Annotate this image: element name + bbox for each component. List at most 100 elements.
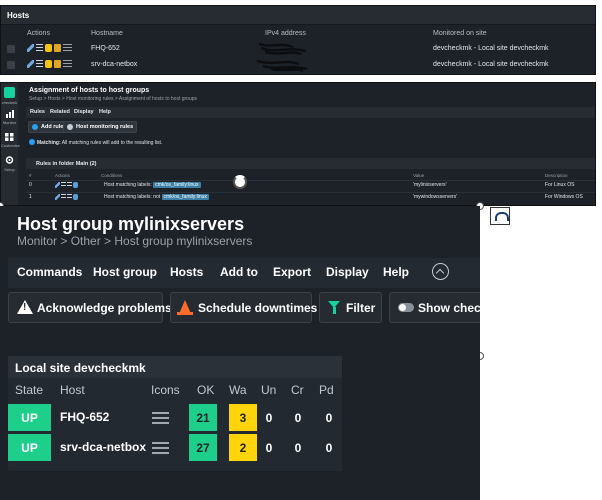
hostname[interactable]: FHQ-652 [91, 45, 120, 52]
rule-condition: Host matching labels: not cmk/os_family:… [104, 194, 209, 200]
matching-info: Matching: All matching rules will add to… [29, 139, 162, 146]
table-row[interactable]: UP srv-dca-netbox 27 2 0 0 0 [8, 432, 342, 461]
crit-count[interactable]: 0 [284, 434, 312, 461]
clone-icon[interactable] [61, 182, 66, 188]
delete-icon[interactable] [73, 194, 78, 200]
ok-count[interactable]: 27 [189, 434, 217, 461]
menu-export[interactable]: Export [273, 265, 311, 279]
edit-icon[interactable] [55, 194, 60, 200]
services-icon[interactable] [36, 44, 43, 52]
schedule-downtimes-button[interactable]: Schedule downtimes [170, 292, 317, 323]
menu-display[interactable]: Display [326, 265, 369, 279]
host-link[interactable]: FHQ-652 [60, 410, 109, 424]
site: devcheckmk - Local site devcheckmk [433, 45, 549, 52]
menu-icon[interactable] [63, 44, 72, 52]
menu-help[interactable]: Help [99, 109, 111, 115]
page-title: Host group mylinixservers [17, 214, 245, 234]
ok-count[interactable]: 21 [189, 404, 217, 431]
rotate-handle-icon[interactable] [233, 175, 247, 189]
col-host[interactable]: Host [60, 383, 85, 397]
col-wa[interactable]: Wa [229, 383, 247, 397]
unknown-count[interactable]: 0 [255, 434, 283, 461]
table-row[interactable]: srv-dca-netbox devcheckmk - Local site d… [1, 58, 595, 72]
col-pd[interactable]: Pd [319, 383, 334, 397]
col-state[interactable]: State [15, 383, 43, 397]
menu-help[interactable]: Help [383, 265, 409, 279]
menu-related[interactable]: Related [50, 109, 70, 115]
add-rule-button[interactable]: Add rule [28, 121, 68, 133]
row-checkbox[interactable] [7, 61, 15, 69]
sidebar-item-customize[interactable]: Customize [1, 143, 20, 148]
pending-count[interactable]: 0 [315, 404, 343, 431]
sidebar-item-monitor[interactable]: Monitor [1, 120, 18, 125]
rule-actions [55, 182, 78, 188]
menu-display[interactable]: Display [74, 109, 94, 115]
rulesets-icon[interactable] [45, 60, 52, 68]
customize-icon[interactable] [5, 133, 14, 141]
breadcrumb[interactable]: Setup > Hosts > Host monitoring rules > … [29, 96, 197, 102]
export-icon[interactable] [67, 194, 72, 200]
edit-icon[interactable] [27, 44, 34, 52]
page-title: Assignment of hosts to host groups [29, 87, 150, 94]
folder-icon[interactable] [54, 44, 61, 52]
host-link[interactable]: srv-dca-netbox [60, 440, 146, 454]
col-cr[interactable]: Cr [291, 383, 304, 397]
col-un[interactable]: Un [261, 383, 276, 397]
rule-row[interactable]: 0 Host matching labels: cmk/os_family:li… [26, 180, 595, 191]
crop-tool-icon[interactable] [490, 207, 510, 225]
label-tag: cmk/os_family:linux [153, 182, 201, 188]
pending-count[interactable]: 0 [315, 434, 343, 461]
cone-icon [177, 300, 193, 315]
menu-hosts[interactable]: Hosts [170, 265, 203, 279]
col-num: # [29, 173, 32, 178]
menu-host-group[interactable]: Host group [93, 265, 157, 279]
host-monitoring-rules-button[interactable]: Host monitoring rules [63, 121, 138, 133]
monitor-icon[interactable] [5, 110, 14, 118]
col-ok[interactable]: OK [197, 383, 214, 397]
unknown-count[interactable]: 0 [255, 404, 283, 431]
rule-num: 1 [29, 194, 32, 200]
warn-count[interactable]: 3 [229, 404, 257, 431]
table-row[interactable]: UP FHQ-652 21 3 0 0 0 [8, 402, 342, 431]
condition-label: Host matching labels: [104, 194, 152, 200]
redacted-ip-scribble [256, 59, 308, 72]
menu-add-to[interactable]: Add to [220, 265, 258, 279]
filter-button[interactable]: Filter [319, 292, 382, 323]
label-tag: cmk/os_family:linux [161, 194, 209, 200]
edit-icon[interactable] [27, 60, 34, 68]
rules-folder-header[interactable]: Rules in folder Main (2) [26, 158, 595, 169]
delete-icon[interactable] [73, 182, 78, 188]
services-icon[interactable] [36, 60, 43, 68]
clone-icon[interactable] [61, 194, 66, 200]
menu-commands[interactable]: Commands [17, 265, 82, 279]
row-actions [27, 44, 72, 52]
hostname[interactable]: srv-dca-netbox [91, 61, 137, 68]
rule-row[interactable]: 1 Host matching labels: not cmk/os_famil… [26, 192, 595, 203]
rulesets-icon[interactable] [45, 44, 52, 52]
warn-count[interactable]: 2 [229, 434, 257, 461]
row-checkbox[interactable] [7, 45, 15, 53]
gear-icon[interactable] [5, 156, 14, 164]
add-rule-label: Add rule [41, 124, 64, 130]
checkmk-logo-icon[interactable] [4, 87, 15, 98]
table-row[interactable]: FHQ-652 devcheckmk - Local site devcheck… [1, 42, 595, 56]
rules-table-header: # Actions Conditions Value Description [26, 172, 595, 180]
rule-num: 0 [29, 182, 32, 188]
site-title: Local site devcheckmk [8, 356, 342, 378]
warning-icon [17, 300, 33, 314]
breadcrumb[interactable]: Monitor > Other > Host group mylinixserv… [17, 234, 252, 248]
menu-icon[interactable] [152, 442, 169, 454]
state-badge: UP [8, 434, 51, 461]
crit-count[interactable]: 0 [284, 404, 312, 431]
menu-icon[interactable] [152, 412, 169, 424]
menu-rules[interactable]: Rules [30, 109, 45, 115]
menu-icon[interactable] [63, 60, 72, 68]
acknowledge-problems-button[interactable]: Acknowledge problems [8, 292, 172, 323]
edit-icon[interactable] [55, 182, 60, 188]
export-icon[interactable] [67, 182, 72, 188]
collapse-menu-icon[interactable] [432, 263, 449, 280]
sidebar-logo-label: checkmk [1, 100, 18, 105]
show-checkboxes-button[interactable]: Show checkboxes [389, 292, 480, 323]
sidebar-item-setup[interactable]: Setup [1, 167, 18, 172]
folder-icon[interactable] [54, 60, 61, 68]
